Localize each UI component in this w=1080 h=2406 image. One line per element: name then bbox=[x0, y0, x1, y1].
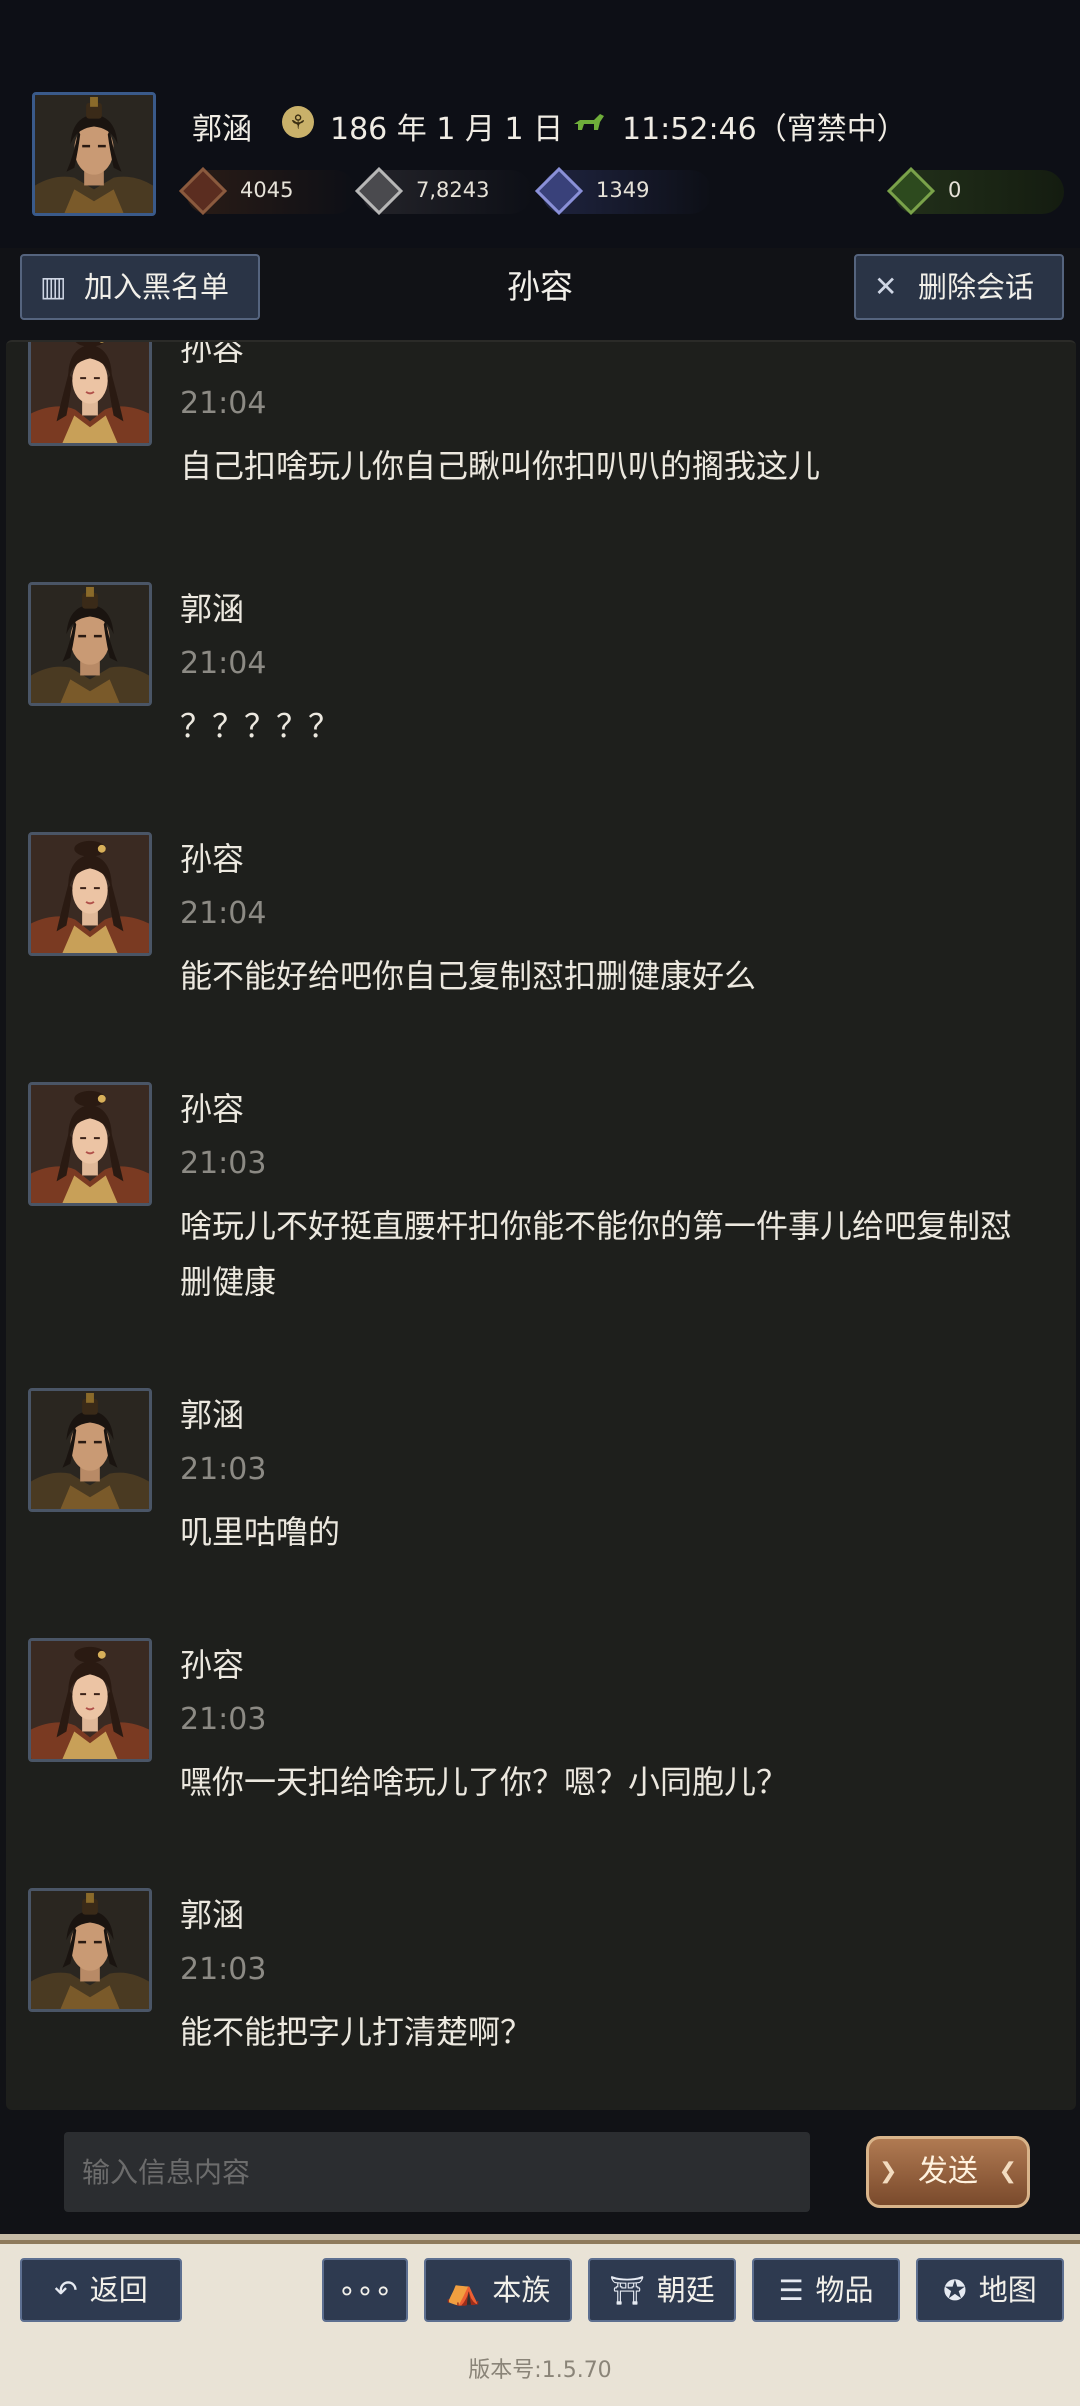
back-label: 返回 bbox=[89, 2273, 148, 2307]
resource-value: 4045 bbox=[240, 178, 294, 202]
sender-avatar[interactable] bbox=[28, 1388, 152, 1512]
back-button[interactable]: ↶ 返回 bbox=[20, 2258, 182, 2322]
horse-icon bbox=[574, 114, 604, 130]
delete-conversation-button[interactable]: ✕ 删除会话 bbox=[854, 254, 1064, 320]
resource-soldiers[interactable]: 1349 bbox=[534, 166, 712, 216]
chevron-left-icon: ❯ bbox=[879, 2159, 898, 2184]
message-time: 21:04 bbox=[180, 386, 267, 421]
coins-icon bbox=[178, 166, 228, 216]
message-time: 21:03 bbox=[180, 1952, 267, 1987]
version-number: 版本号:1.5.70 bbox=[468, 2358, 612, 2383]
more-button[interactable]: ∘∘∘ bbox=[322, 2258, 408, 2322]
send-label: 发送 bbox=[918, 2154, 978, 2189]
pouch-icon bbox=[886, 166, 936, 216]
bottom-nav: ↶ 返回 ∘∘∘ ⛺ 本族 ⛩ 朝廷 ☰ 物品 ✪ 地图 版本号:1.5.70 bbox=[0, 2234, 1080, 2406]
sender-name: 郭涵 bbox=[180, 1396, 245, 1434]
game-date: 186 年 1 月 1 日 bbox=[330, 112, 564, 147]
court-button[interactable]: ⛩ 朝廷 bbox=[588, 2258, 736, 2322]
horse-seal-icon: ⚘ bbox=[282, 106, 314, 138]
message-text: 能不能好给吧你自己复制怼扣删健康好么 bbox=[180, 957, 757, 995]
sender-avatar[interactable] bbox=[28, 1888, 152, 2012]
items-label: 物品 bbox=[815, 2273, 874, 2307]
more-dots-icon: ∘∘∘ bbox=[337, 2273, 393, 2307]
sender-avatar[interactable] bbox=[28, 582, 152, 706]
grain-icon bbox=[354, 166, 404, 216]
sender-name: 孙容 bbox=[180, 1646, 245, 1684]
message-time: 21:04 bbox=[180, 896, 267, 931]
close-icon: ✕ bbox=[874, 270, 898, 303]
sender-name: 孙容 bbox=[180, 340, 245, 368]
message-text: 叽里咕噜的 bbox=[180, 1513, 341, 1551]
items-button[interactable]: ☰ 物品 bbox=[752, 2258, 900, 2322]
court-label: 朝廷 bbox=[656, 2273, 715, 2307]
sender-name: 郭涵 bbox=[180, 1896, 245, 1934]
send-button[interactable]: ❯ 发送 ❮ bbox=[866, 2136, 1030, 2208]
delete-conversation-label: 删除会话 bbox=[918, 270, 1035, 304]
clan-icon: ⛺ bbox=[445, 2274, 481, 2307]
message-text: 自己扣啥玩儿你自己瞅叫你扣叭叭的搁我这儿 bbox=[180, 447, 821, 485]
message-input[interactable] bbox=[64, 2132, 810, 2212]
sender-name: 孙容 bbox=[180, 1090, 245, 1128]
clan-button[interactable]: ⛺ 本族 bbox=[424, 2258, 572, 2322]
soldier-icon bbox=[534, 166, 584, 216]
player-name: 郭涵 bbox=[192, 112, 252, 147]
message-time: 21:03 bbox=[180, 1452, 267, 1487]
sender-avatar[interactable] bbox=[28, 832, 152, 956]
sender-avatar[interactable] bbox=[28, 1638, 152, 1762]
player-avatar[interactable] bbox=[32, 92, 156, 216]
compass-icon: ✪ bbox=[943, 2274, 967, 2307]
message-text: 能不能把字儿打清楚啊？ bbox=[180, 2013, 533, 2051]
resource-value: 1349 bbox=[596, 178, 650, 202]
sender-name: 孙容 bbox=[180, 840, 245, 878]
palace-icon: ⛩ bbox=[609, 2274, 645, 2307]
back-arrow-icon: ↶ bbox=[54, 2274, 78, 2307]
clan-label: 本族 bbox=[492, 2273, 551, 2307]
chevron-right-icon: ❮ bbox=[998, 2159, 1017, 2184]
message-text: 啥玩儿不好挺直腰杆扣你能不能你的第一件事儿给吧复制怼删健康 bbox=[180, 1207, 1013, 1301]
scroll-icon: ☰ bbox=[778, 2274, 804, 2307]
resource-coins[interactable]: 4045 bbox=[178, 166, 356, 216]
resource-pouch[interactable]: 0 bbox=[886, 166, 1064, 216]
sender-avatar[interactable] bbox=[28, 342, 152, 446]
message-time: 21:03 bbox=[180, 1702, 267, 1737]
message-time: 21:04 bbox=[180, 646, 267, 681]
resource-value: 0 bbox=[948, 178, 962, 202]
resource-value: 7,8243 bbox=[416, 178, 490, 202]
sender-name: 郭涵 bbox=[180, 590, 245, 628]
message-text: 嘿你一天扣给啥玩儿了你？嗯？小同胞儿？ bbox=[180, 1763, 789, 1801]
map-label: 地图 bbox=[978, 2273, 1037, 2307]
map-button[interactable]: ✪ 地图 bbox=[916, 2258, 1064, 2322]
game-time: 11:52:46（宵禁中） bbox=[622, 112, 907, 147]
message-text: ？？？？？ bbox=[180, 707, 341, 745]
resource-grain[interactable]: 7,8243 bbox=[354, 166, 532, 216]
sender-avatar[interactable] bbox=[28, 1082, 152, 1206]
message-list[interactable]: 孙容 21:04 自己扣啥玩儿你自己瞅叫你扣叭叭的搁我这儿 郭涵 21:04 ？… bbox=[6, 340, 1076, 2110]
status-header: 郭涵 ⚘ 186 年 1 月 1 日 11:52:46（宵禁中） 4045 7,… bbox=[0, 0, 1080, 248]
message-time: 21:03 bbox=[180, 1146, 267, 1181]
nav-trim bbox=[0, 2240, 1080, 2244]
